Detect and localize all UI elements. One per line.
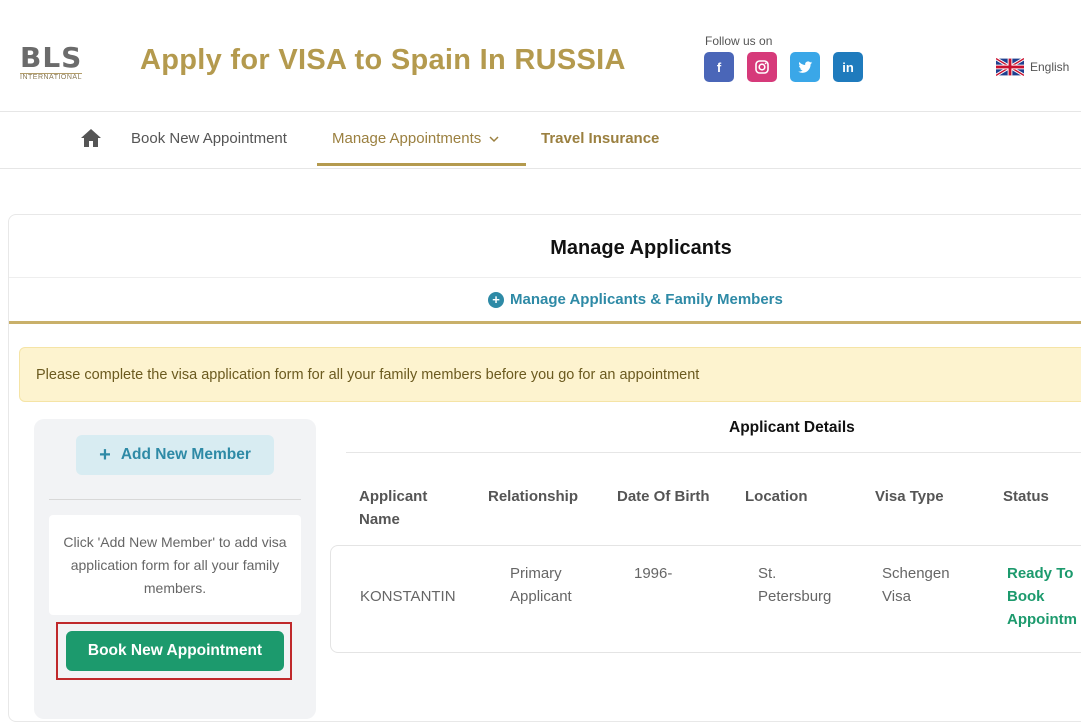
applicant-dob: 1996- (634, 565, 673, 582)
home-icon[interactable] (80, 128, 102, 148)
applicant-details-title: Applicant Details (729, 419, 855, 436)
col-visa-type: Visa Type (875, 488, 944, 505)
title-divider (9, 277, 1081, 278)
logo-subtext: INTERNATIONAL (20, 73, 82, 81)
nav-manage-appointments[interactable]: Manage Appointments (332, 130, 499, 147)
col-status: Status (1003, 488, 1049, 505)
add-member-hint: Click 'Add New Member' to add visa appli… (49, 515, 301, 615)
plus-icon: + (99, 443, 111, 466)
chevron-down-icon (489, 136, 499, 142)
applicant-name: KONSTANTIN (360, 588, 456, 605)
details-divider (346, 452, 1081, 453)
page-title: Manage Applicants (550, 237, 732, 259)
applicant-status[interactable]: Ready To Book Appointm (1007, 562, 1081, 631)
col-date-of-birth: Date Of Birth (617, 488, 710, 505)
twitter-icon[interactable] (790, 52, 820, 82)
bls-logo[interactable]: BLS INTERNATIONAL (20, 44, 90, 84)
nav-manage-appointments-label: Manage Appointments (332, 130, 482, 147)
site-header: BLS INTERNATIONAL Apply for VISA to Spai… (0, 0, 1081, 112)
linkedin-icon[interactable]: in (833, 52, 863, 82)
applicant-visa-type: Schengen Visa (882, 565, 950, 605)
main-nav: Book New Appointment Manage Appointments… (0, 112, 1081, 169)
add-new-member-button[interactable]: + Add New Member (76, 435, 274, 475)
add-new-member-label: Add New Member (120, 446, 251, 463)
manage-applicants-link-label: Manage Applicants & Family Members (510, 291, 783, 308)
facebook-icon[interactable]: f (704, 52, 734, 82)
manage-applicants-link[interactable]: + Manage Applicants & Family Members (488, 291, 783, 308)
col-applicant-name: Applicant Name (359, 488, 428, 528)
nav-book-new-appointment[interactable]: Book New Appointment (131, 130, 287, 147)
book-new-appointment-button[interactable]: Book New Appointment (66, 631, 284, 671)
info-alert: Please complete the visa application for… (19, 347, 1081, 402)
site-title: Apply for VISA to Spain In RUSSIA (140, 44, 626, 76)
col-relationship: Relationship (488, 488, 579, 505)
member-sidebar: + Add New Member Click 'Add New Member' … (34, 419, 316, 719)
instagram-icon[interactable] (747, 52, 777, 82)
logo-text: BLS (20, 41, 83, 74)
tab-underline (9, 321, 1081, 324)
sidebar-divider (49, 499, 301, 500)
nav-travel-insurance[interactable]: Travel Insurance (541, 130, 659, 147)
language-selector[interactable]: English (996, 58, 1069, 76)
uk-flag-icon (996, 58, 1024, 76)
social-links: f in (704, 52, 863, 82)
language-label: English (1030, 60, 1070, 74)
table-row[interactable]: KONSTANTIN Primary Applicant 1996- St. P… (330, 545, 1081, 653)
follow-label: Follow us on (705, 34, 773, 48)
manage-applicants-card: Manage Applicants + Manage Applicants & … (8, 214, 1081, 722)
active-nav-underline (317, 163, 526, 166)
applicant-location: St. Petersburg (758, 565, 832, 605)
col-location: Location (745, 488, 808, 505)
plus-circle-icon: + (488, 291, 504, 308)
applicant-relationship: Primary Applicant (510, 565, 572, 605)
